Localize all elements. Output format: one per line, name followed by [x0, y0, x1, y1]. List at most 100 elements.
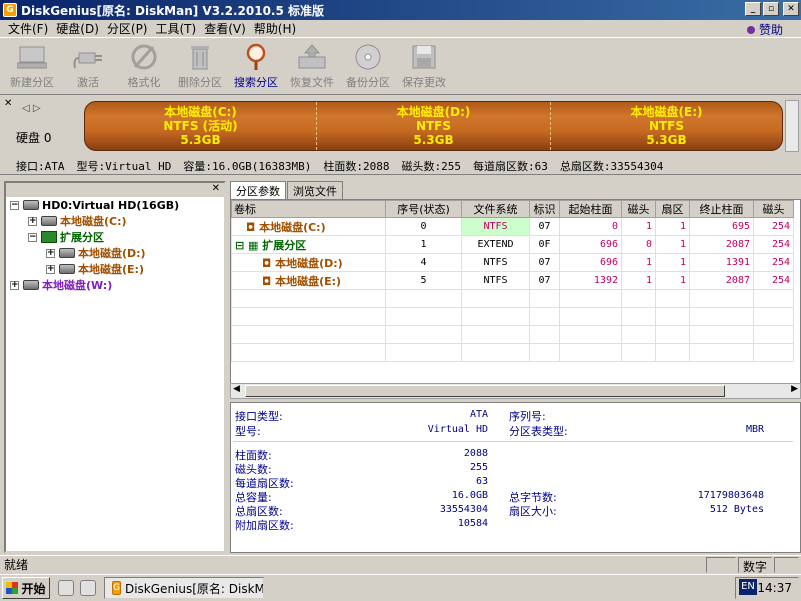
- table-row[interactable]: ◘ 本地磁盘(E:) 5 NTFS 07 1392 1 1 2087 254: [231, 271, 794, 290]
- disk-model: 型号:Virtual HD: [76, 159, 172, 173]
- tree-item-e[interactable]: + 本地磁盘(E:): [46, 261, 144, 277]
- menu-help[interactable]: 帮助(H): [250, 20, 300, 37]
- restore-button[interactable]: ▫: [763, 2, 779, 16]
- expand-icon[interactable]: +: [46, 248, 55, 258]
- disk-heads: 磁头数:255: [401, 159, 461, 173]
- expand-icon[interactable]: +: [46, 264, 55, 274]
- tree-item-hd0[interactable]: − HD0:Virtual HD(16GB): [10, 197, 179, 213]
- tab-partition-params[interactable]: 分区参数: [230, 181, 286, 199]
- row-ext-sector: 1: [655, 235, 690, 254]
- minimize-button[interactable]: _: [745, 2, 761, 16]
- trash-icon: [191, 46, 209, 70]
- col-seq[interactable]: 序号(状态): [385, 200, 462, 218]
- partition-block-d[interactable]: 本地磁盘(D:) NTFS 5.3GB: [317, 102, 551, 150]
- disk-label: 硬盘 0: [16, 131, 52, 145]
- tree-c-label: 本地磁盘(C:): [60, 215, 127, 228]
- col-head[interactable]: 磁头: [621, 200, 656, 218]
- col-fs[interactable]: 文件系统: [461, 200, 530, 218]
- row-d-head: 1: [621, 253, 656, 272]
- partition-block-c[interactable]: 本地磁盘(C:) NTFS (活动) 5.3GB: [85, 102, 317, 150]
- disk-scrollbar[interactable]: [785, 100, 799, 152]
- close-button[interactable]: ✕: [783, 2, 799, 16]
- row-ext-name: ⊟ ▦ 扩展分区: [231, 235, 386, 254]
- detail-ssize-label: 扇区大小:: [509, 505, 557, 518]
- start-button[interactable]: 开始: [2, 577, 50, 599]
- detail-cyl-value: 2088: [463, 448, 488, 459]
- expand-icon[interactable]: +: [28, 216, 37, 226]
- hard-disk-icon: [23, 200, 39, 210]
- detail-cap-value: 16.0GB: [451, 490, 488, 501]
- expand-icon[interactable]: +: [10, 280, 19, 290]
- tree-item-w[interactable]: + 本地磁盘(W:): [10, 277, 112, 293]
- detail-ssize-value: 512 Bytes: [709, 504, 764, 515]
- tree-item-c[interactable]: + 本地磁盘(C:): [28, 213, 127, 229]
- close-icon[interactable]: ✕: [4, 98, 12, 109]
- row-d-seq: 4: [385, 253, 462, 272]
- partition-icon: [41, 216, 57, 226]
- numlock-indicator: 数字: [738, 557, 772, 574]
- partition-block-e[interactable]: 本地磁盘(E:) NTFS 5.3GB: [551, 102, 782, 150]
- delete-partition-button[interactable]: 删除分区: [172, 39, 228, 93]
- menu-tools[interactable]: 工具(T): [152, 20, 201, 37]
- menu-disk[interactable]: 硬盘(D): [52, 20, 103, 37]
- save-changes-button[interactable]: 保存更改: [396, 39, 452, 93]
- partition-c-size: 5.3GB: [180, 133, 221, 147]
- col-end-head[interactable]: 磁头: [753, 200, 794, 218]
- close-icon[interactable]: ✕: [212, 183, 220, 194]
- partition-d-size: 5.3GB: [413, 133, 454, 147]
- row-c-start-cyl: 0: [559, 217, 622, 236]
- backup-partition-button[interactable]: 备份分区: [340, 39, 396, 93]
- table-row: [231, 289, 794, 308]
- save-changes-label: 保存更改: [402, 76, 446, 89]
- collapse-icon[interactable]: −: [10, 200, 19, 210]
- collapse-icon[interactable]: −: [28, 232, 37, 242]
- sponsor-link[interactable]: 赞助: [746, 21, 783, 38]
- col-id[interactable]: 标识: [529, 200, 560, 218]
- col-volume[interactable]: 卷标: [231, 200, 386, 218]
- table-horizontal-scrollbar[interactable]: ◀ ▶: [230, 383, 801, 399]
- search-partition-label: 搜索分区: [234, 76, 278, 89]
- search-icon: [246, 43, 266, 70]
- activate-button[interactable]: 激活: [60, 39, 116, 93]
- format-button[interactable]: 格式化: [116, 39, 172, 93]
- restore-file-button[interactable]: 恢复文件: [284, 39, 340, 93]
- search-partition-button[interactable]: 搜索分区: [228, 39, 284, 93]
- scroll-thumb[interactable]: [245, 385, 725, 397]
- col-start-cyl[interactable]: 起始柱面: [559, 200, 622, 218]
- scroll-right-icon[interactable]: ▶: [791, 384, 798, 394]
- quick-launch-icon[interactable]: [58, 580, 74, 596]
- activate-label: 激活: [77, 76, 99, 89]
- row-e-sector: 1: [655, 271, 690, 290]
- menu-partition[interactable]: 分区(P): [103, 20, 152, 37]
- row-d-id: 07: [529, 253, 560, 272]
- table-row[interactable]: ◘ 本地磁盘(C:) 0 NTFS 07 0 1 1 695 254: [231, 217, 794, 236]
- new-partition-label: 新建分区: [10, 76, 54, 89]
- row-e-start-cyl: 1392: [559, 271, 622, 290]
- status-box-empty: [706, 557, 736, 573]
- menu-file[interactable]: 文件(F): [4, 20, 52, 37]
- row-c-fs: NTFS: [461, 217, 530, 236]
- col-sector[interactable]: 扇区: [655, 200, 690, 218]
- table-row[interactable]: ⊟ ▦ 扩展分区 1 EXTEND 0F 696 0 1 2087 254: [231, 235, 794, 254]
- disk-nav-arrows[interactable]: ◁ ▷: [22, 103, 41, 114]
- quick-launch-icon-2[interactable]: [80, 580, 96, 596]
- new-partition-button[interactable]: 新建分区: [4, 39, 60, 93]
- table-row[interactable]: ◘ 本地磁盘(D:) 4 NTFS 07 696 1 1 1391 254: [231, 253, 794, 272]
- tab-browse-files[interactable]: 浏览文件: [287, 181, 343, 199]
- scroll-left-icon[interactable]: ◀: [233, 384, 240, 394]
- detail-extra-value: 10584: [457, 518, 488, 529]
- window-title: DiskGenius[原名: DiskMan] V3.2.2010.5 标准版: [21, 3, 325, 18]
- tree-item-d[interactable]: + 本地磁盘(D:): [46, 245, 146, 261]
- detail-heads-value: 255: [469, 462, 488, 473]
- menu-view[interactable]: 查看(V): [200, 20, 250, 37]
- col-end-cyl[interactable]: 终止柱面: [689, 200, 754, 218]
- disk-partition-bar: 本地磁盘(C:) NTFS (活动) 5.3GB 本地磁盘(D:) NTFS 5…: [84, 101, 783, 151]
- restore-file-label: 恢复文件: [290, 76, 334, 89]
- detail-model-label: 型号:: [235, 425, 261, 438]
- plug-icon: [73, 52, 102, 69]
- taskbar-task-diskgenius[interactable]: G DiskGenius[原名: DiskMa...: [104, 577, 264, 599]
- row-d-sector: 1: [655, 253, 690, 272]
- row-d-end-head: 254: [753, 253, 794, 272]
- tree-item-extended[interactable]: − 扩展分区: [28, 229, 104, 245]
- app-icon: G: [3, 3, 17, 17]
